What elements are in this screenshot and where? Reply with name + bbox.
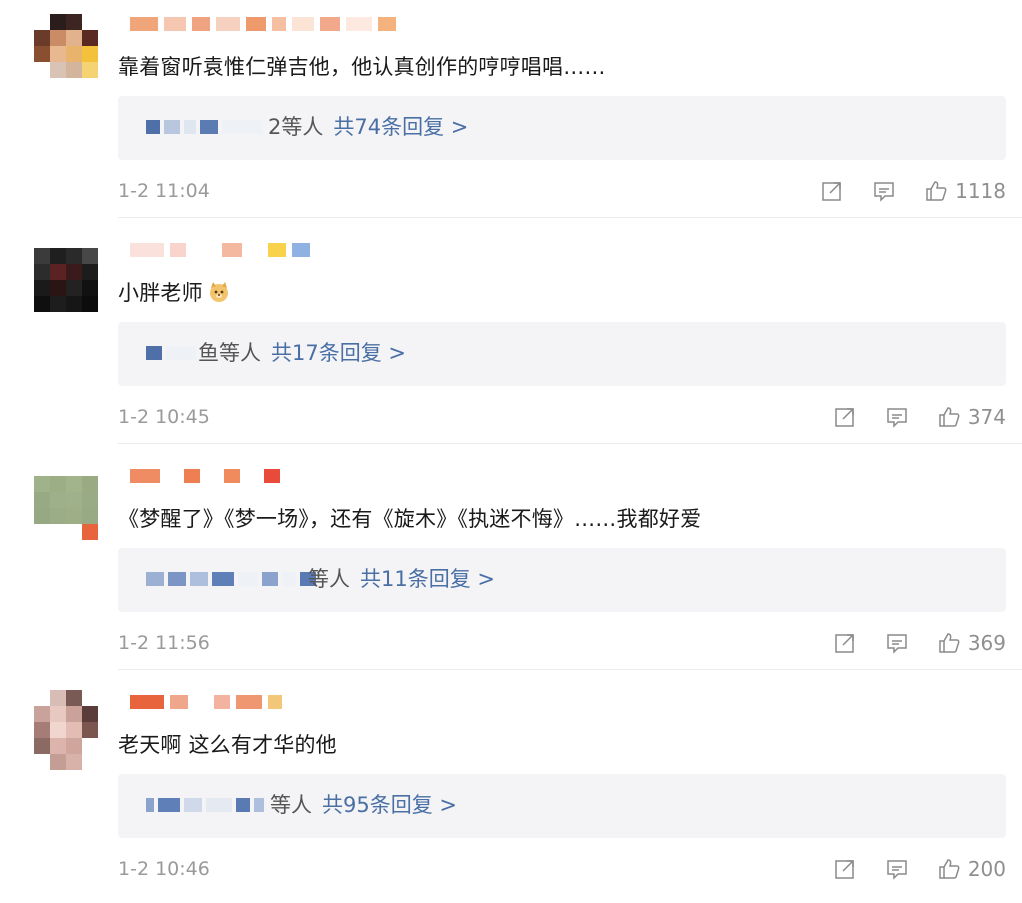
reply-summary[interactable]: 2等人 共74条回复 > [268,112,468,142]
dog-emoji-icon [209,282,228,302]
avatar[interactable] [34,690,98,770]
like-count: 374 [967,405,1006,429]
divider [118,443,1022,444]
username-blurred[interactable] [130,465,280,487]
username-blurred[interactable] [130,13,396,35]
reply-preview-box[interactable]: 等人 共11条回复 > [118,548,1006,612]
comment-meta: 1-2 10:46 200 [118,854,1006,884]
timestamp: 1-2 10:45 [118,406,210,428]
reply-users-suffix: 等人 [270,793,312,817]
comment-icon[interactable] [886,406,908,428]
view-replies-link[interactable]: 共74条回复 > [333,115,468,139]
avatar[interactable] [34,14,98,98]
thumbs-up-icon[interactable] [938,858,960,880]
share-icon[interactable] [834,406,856,428]
username-blurred[interactable] [130,239,310,261]
comment-meta: 1-2 10:45 374 [118,402,1006,432]
reply-summary[interactable]: 等人 共95条回复 > [270,790,457,820]
reply-users-suffix: 2等人 [268,115,324,139]
avatar[interactable] [34,476,98,540]
reply-preview-box[interactable]: 鱼等人 共17条回复 > [118,322,1006,386]
comment-icon[interactable] [886,632,908,654]
reply-preview-box[interactable]: 等人 共95条回复 > [118,774,1006,838]
comment-item: 《梦醒了》《梦一场》，还有《旋木》《执迷不悔》……我都好爱 等人 共11条回复 >… [0,452,1022,677]
timestamp: 1-2 10:46 [118,858,210,880]
share-icon[interactable] [821,180,843,202]
comment-actions: 1118 [791,176,1006,206]
reply-users-blurred [146,572,316,590]
username-blurred[interactable] [130,691,282,713]
comment-text: 靠着窗听袁惟仁弹吉他，他认真创作的哼哼唱唱…… [118,55,606,79]
view-replies-link[interactable]: 共11条回复 > [360,567,495,591]
thumbs-up-icon[interactable] [925,180,947,202]
comment-icon[interactable] [873,180,895,202]
share-icon[interactable] [834,632,856,654]
comment-text: 小胖老师 [118,278,231,308]
reply-summary[interactable]: 鱼等人 共17条回复 > [198,338,406,368]
comment-meta: 1-2 11:04 1118 [118,176,1006,206]
like-count: 369 [967,631,1006,655]
like-count: 1118 [955,179,1006,203]
reply-summary[interactable]: 等人 共11条回复 > [308,564,495,594]
reply-users-blurred [146,346,196,364]
reply-preview-box[interactable]: 2等人 共74条回复 > [118,96,1006,160]
reply-users-suffix: 鱼等人 [198,341,261,365]
thumbs-up-icon[interactable] [938,406,960,428]
view-replies-link[interactable]: 共17条回复 > [271,341,406,365]
reply-users-blurred [146,798,264,816]
like-count: 200 [967,857,1006,881]
comment-icon[interactable] [886,858,908,880]
timestamp: 1-2 11:56 [118,632,210,654]
comment-text: 老天啊 这么有才华的他 [118,733,337,757]
comment-item: 小胖老师 鱼等人 共17条回复 > 1-2 10:45 374 [0,226,1022,451]
divider [118,669,1022,670]
comment-item: 老天啊 这么有才华的他 等人 共95条回复 > 1-2 10:46 200 [0,678,1022,903]
reply-users-suffix: 等人 [308,567,350,591]
comment-meta: 1-2 11:56 369 [118,628,1006,658]
comment-item: 靠着窗听袁惟仁弹吉他，他认真创作的哼哼唱唱…… 2等人 共74条回复 > 1-2 … [0,0,1022,225]
timestamp: 1-2 11:04 [118,180,210,202]
comment-text: 《梦醒了》《梦一场》，还有《旋木》《执迷不悔》……我都好爱 [118,507,702,531]
view-replies-link[interactable]: 共95条回复 > [322,793,457,817]
divider [118,217,1022,218]
avatar[interactable] [34,248,98,312]
comment-actions: 200 [804,854,1006,884]
comment-actions: 374 [804,402,1006,432]
share-icon[interactable] [834,858,856,880]
comment-actions: 369 [804,628,1006,658]
thumbs-up-icon[interactable] [938,632,960,654]
reply-users-blurred [146,120,262,138]
